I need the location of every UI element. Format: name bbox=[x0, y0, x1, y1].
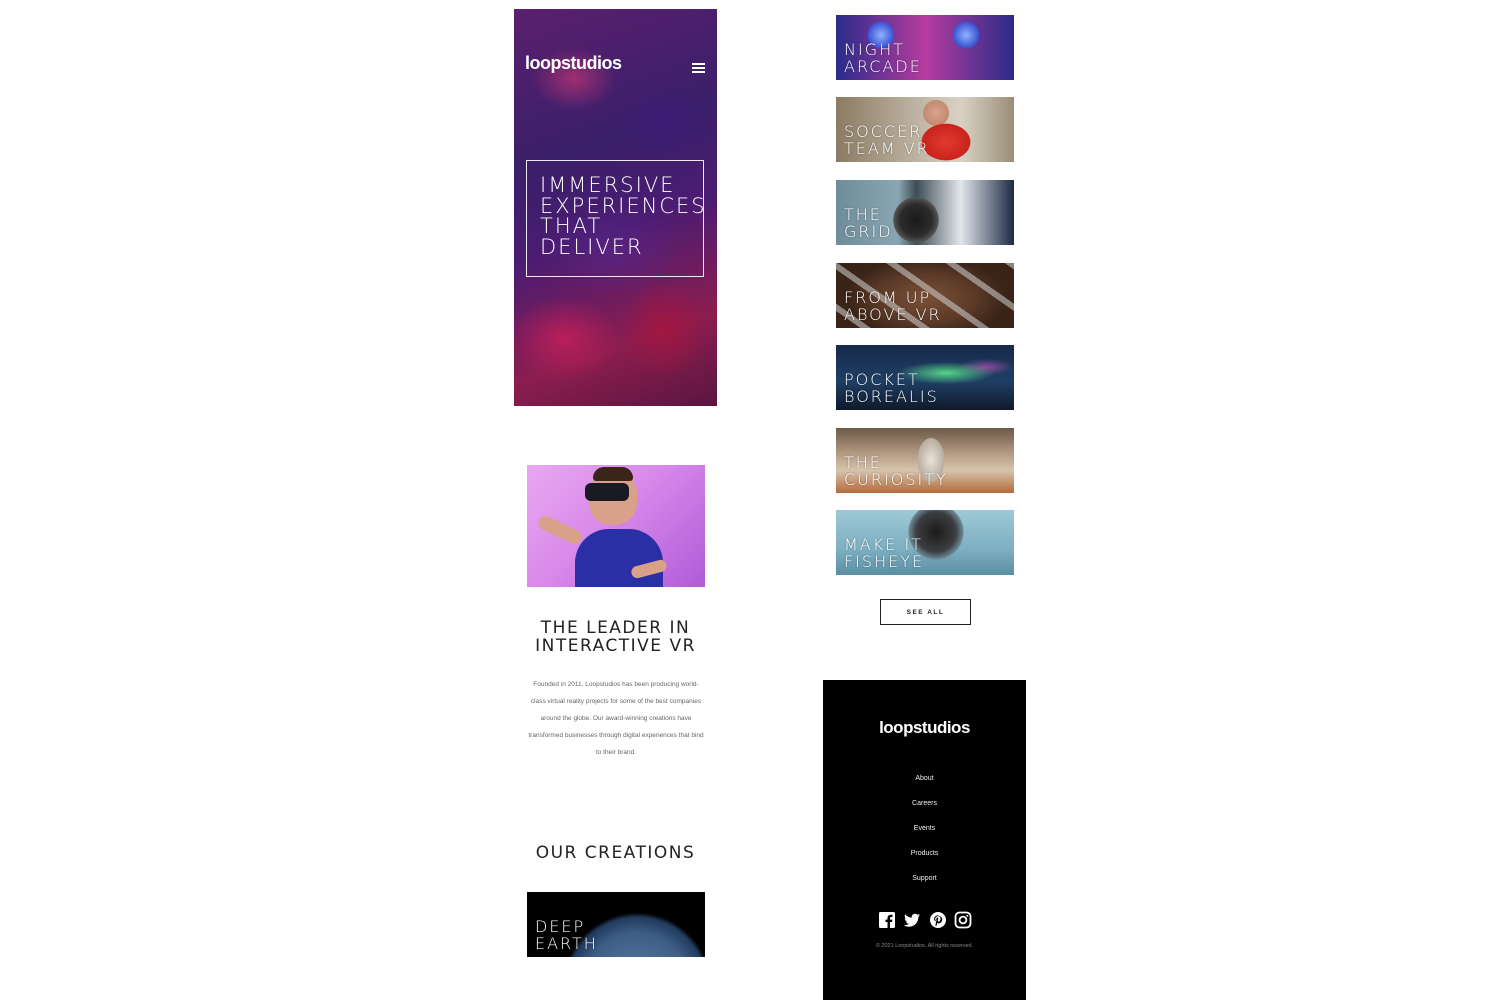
hamburger-icon[interactable] bbox=[692, 63, 705, 74]
footer-link-careers[interactable]: Careers bbox=[823, 791, 1026, 816]
footer-link-support[interactable]: Support bbox=[823, 866, 1026, 891]
footer-link-about[interactable]: About bbox=[823, 766, 1026, 791]
interactive-description: Founded in 2011, Loopstudios has been pr… bbox=[528, 681, 704, 756]
mobile-page-top: loopstudios IMMERSIVE EXPERIENCES THAT D… bbox=[514, 9, 717, 1000]
creation-label: THE GRID bbox=[844, 205, 893, 241]
creation-label: MAKE IT FISHEYE bbox=[844, 535, 925, 571]
footer-link-events[interactable]: Events bbox=[823, 816, 1026, 841]
page: loopstudios IMMERSIVE EXPERIENCES THAT D… bbox=[0, 0, 1500, 1000]
creation-card-deep-earth[interactable]: DEEP EARTH bbox=[527, 892, 705, 957]
twitter-icon[interactable] bbox=[903, 911, 921, 929]
creation-card-make-it-fisheye[interactable]: MAKE IT FISHEYE bbox=[836, 510, 1014, 575]
interactive-heading: THE LEADER IN INTERACTIVE VR bbox=[535, 618, 696, 656]
pinterest-icon[interactable] bbox=[929, 911, 947, 929]
creation-label: DEEP EARTH bbox=[535, 917, 598, 953]
creation-label: POCKET BOREALIS bbox=[844, 370, 939, 406]
creation-card-the-grid[interactable]: THE GRID bbox=[836, 180, 1014, 245]
footer: loopstudios About Careers Events Product… bbox=[823, 680, 1026, 1000]
footer-link-products[interactable]: Products bbox=[823, 841, 1026, 866]
creations-heading: OUR CREATIONS bbox=[535, 843, 696, 863]
creation-label: THE CURIOSITY bbox=[844, 453, 948, 489]
instagram-icon[interactable] bbox=[954, 911, 972, 929]
creation-card-the-curiosity[interactable]: THE CURIOSITY bbox=[836, 428, 1014, 493]
hero-title: IMMERSIVE EXPERIENCES THAT DELIVER bbox=[540, 173, 707, 259]
vr-person-image bbox=[527, 465, 705, 587]
creation-label: FROM UP ABOVE VR bbox=[844, 288, 942, 324]
social-links bbox=[878, 911, 972, 929]
see-all-button[interactable]: SEE ALL bbox=[880, 599, 971, 625]
creation-card-soccer-team-vr[interactable]: SOCCER TEAM VR bbox=[836, 97, 1014, 162]
copyright-text: © 2021 Loopstudios. All rights reserved. bbox=[875, 943, 974, 949]
footer-nav: About Careers Events Products Support bbox=[823, 766, 1026, 891]
creation-label: NIGHT ARCADE bbox=[844, 40, 922, 76]
creation-label: SOCCER TEAM VR bbox=[844, 122, 930, 158]
footer-logo[interactable]: loopstudios bbox=[823, 718, 1026, 738]
logo[interactable]: loopstudios bbox=[525, 53, 622, 74]
creation-card-pocket-borealis[interactable]: POCKET BOREALIS bbox=[836, 345, 1014, 410]
facebook-icon[interactable] bbox=[878, 911, 896, 929]
creation-card-from-up-above-vr[interactable]: FROM UP ABOVE VR bbox=[836, 263, 1014, 328]
creation-card-night-arcade[interactable]: NIGHT ARCADE bbox=[836, 15, 1014, 80]
hero-section: loopstudios IMMERSIVE EXPERIENCES THAT D… bbox=[514, 9, 717, 406]
